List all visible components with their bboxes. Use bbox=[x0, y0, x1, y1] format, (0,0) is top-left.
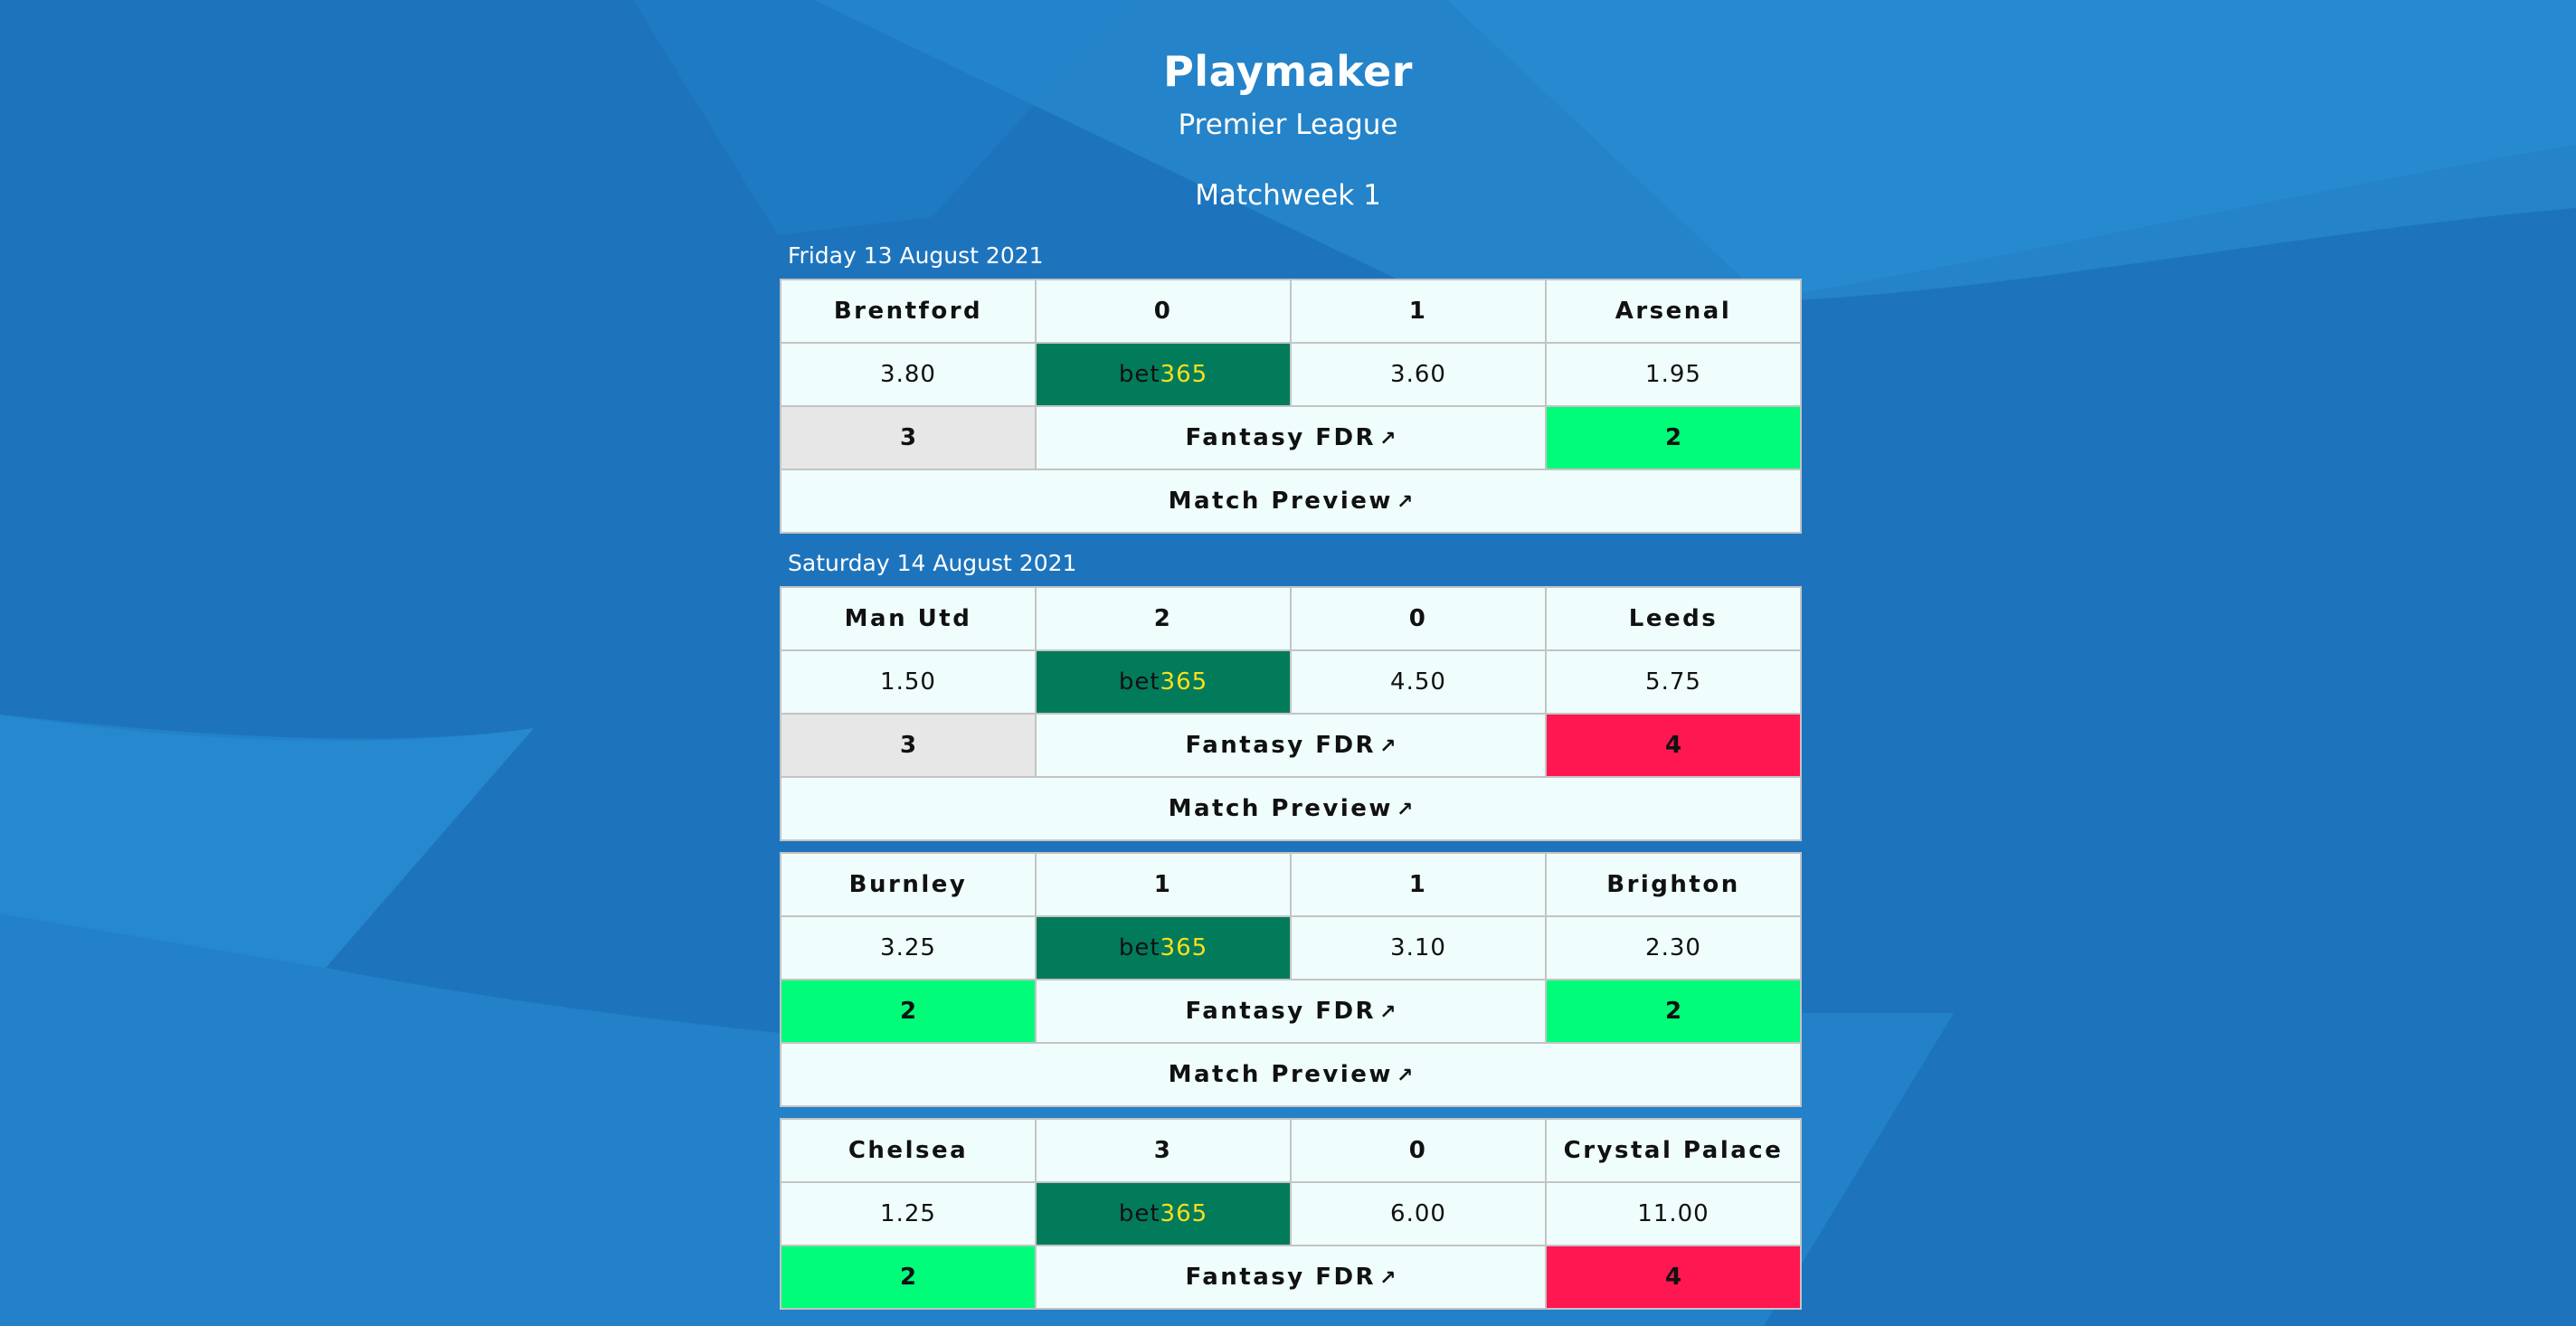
bet365-brand: bet bbox=[1118, 361, 1160, 388]
home-team: Man Utd bbox=[780, 586, 1037, 651]
date-label: Friday 13 August 2021 bbox=[788, 242, 1044, 269]
bet365-logo[interactable]: bet365 bbox=[1035, 915, 1292, 980]
home-score: 2 bbox=[1035, 586, 1292, 651]
home-odds: 1.50 bbox=[780, 649, 1037, 715]
home-odds: 1.25 bbox=[780, 1181, 1037, 1246]
home-score: 0 bbox=[1035, 279, 1292, 344]
away-team: Arsenal bbox=[1545, 279, 1802, 344]
bet365-brand: bet bbox=[1118, 1200, 1160, 1227]
date-label: Saturday 14 August 2021 bbox=[788, 550, 1077, 576]
home-score: 3 bbox=[1035, 1118, 1292, 1183]
bet365-logo[interactable]: bet365 bbox=[1035, 342, 1292, 407]
away-team: Leeds bbox=[1545, 586, 1802, 651]
matchweek-label: Matchweek 1 bbox=[1195, 179, 1381, 212]
match-preview-label: Match Preview bbox=[1168, 1061, 1393, 1088]
bet365-brand: bet bbox=[1118, 668, 1160, 696]
away-odds: 2.30 bbox=[1545, 915, 1802, 980]
away-fdr-badge: 2 bbox=[1545, 405, 1802, 470]
fantasy-fdr-label: Fantasy FDR bbox=[1185, 424, 1377, 451]
fantasy-fdr-link[interactable]: Fantasy FDR ↗ bbox=[1035, 979, 1547, 1044]
home-fdr-badge: 3 bbox=[780, 713, 1037, 778]
away-odds: 1.95 bbox=[1545, 342, 1802, 407]
match-card: Brentford 0 1 Arsenal 3.80 bet365 3.60 1… bbox=[780, 279, 1802, 534]
fixtures-list: Friday 13 August 2021 Brentford 0 1 Arse… bbox=[780, 237, 1802, 1321]
home-fdr-badge: 3 bbox=[780, 405, 1037, 470]
external-link-icon: ↗ bbox=[1396, 799, 1414, 821]
match-preview-link[interactable]: Match Preview ↗ bbox=[780, 1042, 1802, 1107]
bet365-brand: bet bbox=[1118, 934, 1160, 961]
fantasy-fdr-label: Fantasy FDR bbox=[1185, 1264, 1377, 1291]
away-team: Crystal Palace bbox=[1545, 1118, 1802, 1183]
away-team: Brighton bbox=[1545, 852, 1802, 917]
match-preview-link[interactable]: Match Preview ↗ bbox=[780, 469, 1802, 534]
fantasy-fdr-link[interactable]: Fantasy FDR ↗ bbox=[1035, 713, 1547, 778]
draw-odds: 6.00 bbox=[1290, 1181, 1547, 1246]
fantasy-fdr-link[interactable]: Fantasy FDR ↗ bbox=[1035, 405, 1547, 470]
away-odds: 5.75 bbox=[1545, 649, 1802, 715]
away-odds: 11.00 bbox=[1545, 1181, 1802, 1246]
fantasy-fdr-link[interactable]: Fantasy FDR ↗ bbox=[1035, 1245, 1547, 1310]
app-title: Playmaker bbox=[1163, 47, 1413, 96]
external-link-icon: ↗ bbox=[1379, 1267, 1397, 1290]
draw-odds: 3.10 bbox=[1290, 915, 1547, 980]
bet365-number: 365 bbox=[1160, 668, 1208, 696]
match-preview-label: Match Preview bbox=[1168, 488, 1393, 515]
home-score: 1 bbox=[1035, 852, 1292, 917]
external-link-icon: ↗ bbox=[1396, 1065, 1414, 1087]
home-team: Chelsea bbox=[780, 1118, 1037, 1183]
fantasy-fdr-label: Fantasy FDR bbox=[1185, 998, 1377, 1025]
external-link-icon: ↗ bbox=[1396, 491, 1414, 514]
away-score: 0 bbox=[1290, 586, 1547, 651]
match-card: Man Utd 2 0 Leeds 1.50 bet365 4.50 5.75 … bbox=[780, 586, 1802, 841]
external-link-icon: ↗ bbox=[1379, 735, 1397, 758]
home-odds: 3.25 bbox=[780, 915, 1037, 980]
draw-odds: 4.50 bbox=[1290, 649, 1547, 715]
away-score: 0 bbox=[1290, 1118, 1547, 1183]
home-team: Brentford bbox=[780, 279, 1037, 344]
draw-odds: 3.60 bbox=[1290, 342, 1547, 407]
bet365-number: 365 bbox=[1160, 361, 1208, 388]
away-score: 1 bbox=[1290, 852, 1547, 917]
home-fdr-badge: 2 bbox=[780, 1245, 1037, 1310]
home-fdr-badge: 2 bbox=[780, 979, 1037, 1044]
bet365-logo[interactable]: bet365 bbox=[1035, 649, 1292, 715]
away-fdr-badge: 4 bbox=[1545, 1245, 1802, 1310]
match-card: Chelsea 3 0 Crystal Palace 1.25 bet365 6… bbox=[780, 1118, 1802, 1310]
away-score: 1 bbox=[1290, 279, 1547, 344]
bet365-logo[interactable]: bet365 bbox=[1035, 1181, 1292, 1246]
bet365-number: 365 bbox=[1160, 1200, 1208, 1227]
home-odds: 3.80 bbox=[780, 342, 1037, 407]
fantasy-fdr-label: Fantasy FDR bbox=[1185, 732, 1377, 759]
match-card: Burnley 1 1 Brighton 3.25 bet365 3.10 2.… bbox=[780, 852, 1802, 1107]
external-link-icon: ↗ bbox=[1379, 428, 1397, 450]
match-preview-label: Match Preview bbox=[1168, 795, 1393, 822]
bet365-number: 365 bbox=[1160, 934, 1208, 961]
page: Playmaker Premier League Matchweek 1 Fri… bbox=[0, 0, 2576, 1326]
match-preview-link[interactable]: Match Preview ↗ bbox=[780, 776, 1802, 841]
away-fdr-badge: 2 bbox=[1545, 979, 1802, 1044]
league-name: Premier League bbox=[1178, 109, 1398, 141]
home-team: Burnley bbox=[780, 852, 1037, 917]
external-link-icon: ↗ bbox=[1379, 1001, 1397, 1024]
away-fdr-badge: 4 bbox=[1545, 713, 1802, 778]
